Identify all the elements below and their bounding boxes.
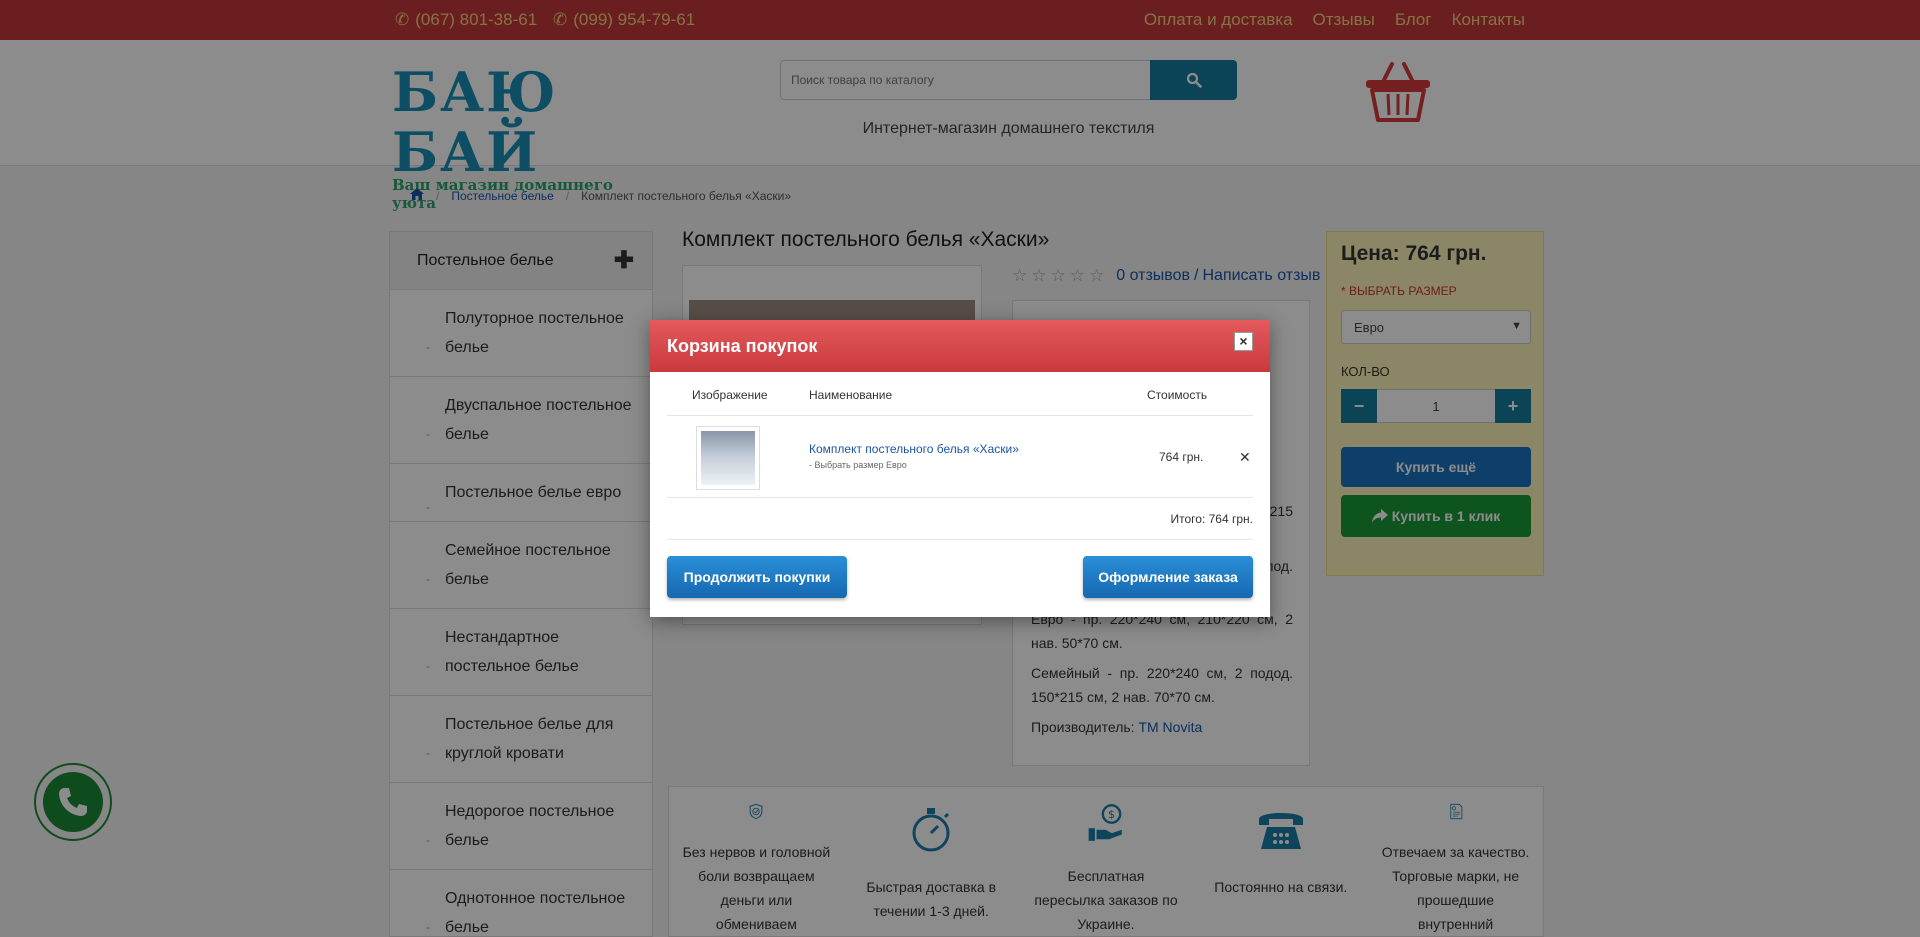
- cart-item-photo: [701, 431, 755, 485]
- cart-table: Изображение Наименование Стоимость Компл…: [667, 372, 1253, 540]
- modal-header: Корзина покупок ×: [650, 320, 1270, 372]
- modal-title: Корзина покупок: [667, 335, 818, 356]
- remove-item-icon[interactable]: ✕: [1239, 449, 1251, 466]
- cart-total-row: Итого: 764 грн.: [667, 498, 1253, 540]
- checkout-button[interactable]: Оформление заказа: [1083, 556, 1253, 598]
- col-name: Наименование: [809, 388, 893, 402]
- cart-table-header: Изображение Наименование Стоимость: [667, 372, 1253, 416]
- cart-modal: Корзина покупок × Изображение Наименован…: [650, 320, 1270, 617]
- cart-item-name[interactable]: Комплект постельного белья «Хаски»: [809, 442, 1019, 456]
- col-image: Изображение: [692, 388, 768, 402]
- cart-item-thumbnail[interactable]: [696, 426, 760, 490]
- cart-row: Комплект постельного белья «Хаски» - Выб…: [667, 416, 1253, 498]
- continue-shopping-button[interactable]: Продолжить покупки: [667, 556, 847, 598]
- cart-item-option: - Выбрать размер Евро: [809, 460, 907, 470]
- col-price: Стоимость: [1147, 388, 1208, 402]
- cart-total: Итого: 764 грн.: [1170, 512, 1253, 526]
- close-icon[interactable]: ×: [1234, 332, 1253, 351]
- cart-item-price: 764 грн.: [1159, 450, 1204, 464]
